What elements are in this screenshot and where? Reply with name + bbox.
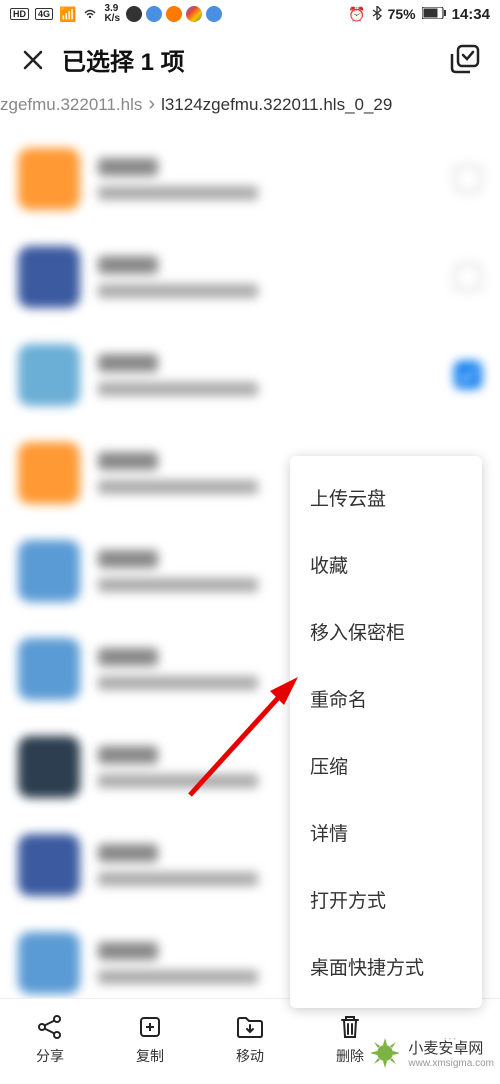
file-thumb	[18, 540, 80, 602]
list-item[interactable]	[18, 228, 482, 326]
time: 14:34	[452, 6, 490, 23]
file-thumb	[18, 834, 80, 896]
file-thumb	[18, 736, 80, 798]
page-title: 已选择 1 项	[62, 42, 450, 77]
menu-compress[interactable]: 压缩	[290, 732, 482, 799]
select-all-button[interactable]	[450, 44, 482, 76]
move-icon	[235, 1012, 265, 1042]
menu-shortcut[interactable]: 桌面快捷方式	[290, 933, 482, 1000]
alarm-icon: ⏰	[348, 6, 365, 23]
breadcrumb-parent[interactable]: zgefmu.322011.hls	[0, 95, 142, 115]
battery-percent: 75%	[388, 6, 416, 22]
status-left: HD 4G 📶 3.9 K/s	[10, 4, 222, 24]
move-button[interactable]: 移动	[235, 1012, 265, 1066]
file-thumb	[18, 148, 80, 210]
context-menu: 上传云盘 收藏 移入保密柜 重命名 压缩 详情 打开方式 桌面快捷方式	[290, 456, 482, 1008]
watermark-logo	[368, 1036, 402, 1070]
status-bar: HD 4G 📶 3.9 K/s ⏰ 75% 14:34	[0, 0, 500, 28]
network-icon: 4G	[35, 8, 53, 20]
selection-header: 已选择 1 项	[0, 28, 500, 87]
share-button[interactable]: 分享	[35, 1012, 65, 1066]
file-thumb	[18, 638, 80, 700]
copy-button[interactable]: 复制	[135, 1012, 165, 1066]
close-button[interactable]	[18, 45, 48, 75]
signal-icon: 📶	[59, 6, 76, 23]
share-icon	[35, 1012, 65, 1042]
watermark-text: 小麦安卓网	[408, 1037, 494, 1058]
trash-icon	[335, 1012, 365, 1042]
copy-label: 复制	[136, 1046, 164, 1066]
file-thumb	[18, 344, 80, 406]
breadcrumb[interactable]: zgefmu.322011.hls › l3124zgefmu.322011.h…	[0, 87, 500, 130]
file-thumb	[18, 442, 80, 504]
copy-icon	[135, 1012, 165, 1042]
status-right: ⏰ 75% 14:34	[348, 6, 490, 23]
watermark: 小麦安卓网 www.xmsigma.com	[368, 1036, 494, 1070]
move-label: 移动	[236, 1046, 264, 1066]
list-item[interactable]	[18, 326, 482, 424]
checkbox[interactable]	[454, 165, 482, 193]
hd-icon: HD	[10, 8, 29, 20]
net-speed: 3.9 K/s	[104, 4, 120, 24]
bluetooth-icon	[372, 6, 382, 23]
file-thumb	[18, 246, 80, 308]
share-label: 分享	[36, 1046, 64, 1066]
watermark-url: www.xmsigma.com	[408, 1058, 494, 1069]
file-thumb	[18, 932, 80, 994]
battery-icon	[422, 6, 446, 22]
delete-button[interactable]: 删除	[335, 1012, 365, 1066]
delete-label: 删除	[336, 1046, 364, 1066]
checkbox[interactable]	[454, 263, 482, 291]
list-item[interactable]	[18, 130, 482, 228]
menu-upload-cloud[interactable]: 上传云盘	[290, 464, 482, 531]
app-icons	[126, 6, 222, 22]
chevron-right-icon: ›	[148, 93, 155, 116]
menu-open-with[interactable]: 打开方式	[290, 866, 482, 933]
menu-move-safe[interactable]: 移入保密柜	[290, 598, 482, 665]
wifi-icon	[82, 6, 98, 22]
breadcrumb-current: l3124zgefmu.322011.hls_0_29	[161, 95, 392, 115]
menu-details[interactable]: 详情	[290, 799, 482, 866]
menu-favorite[interactable]: 收藏	[290, 531, 482, 598]
menu-rename[interactable]: 重命名	[290, 665, 482, 732]
checkbox-checked[interactable]	[454, 361, 482, 389]
